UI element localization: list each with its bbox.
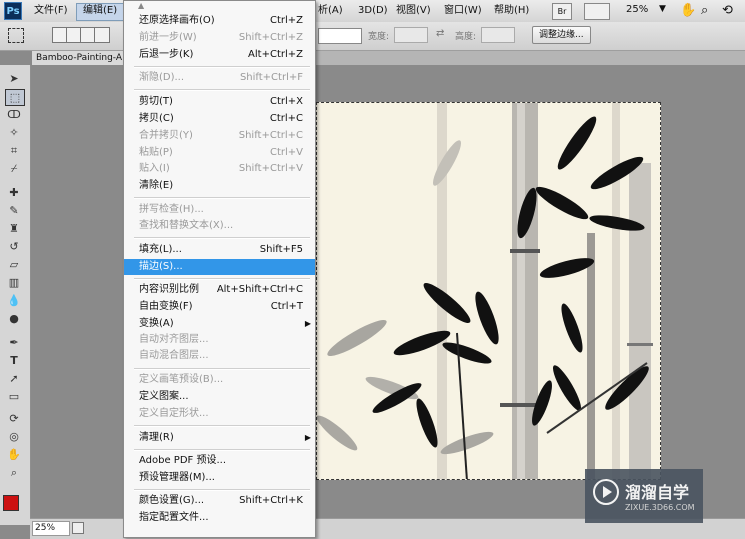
menu-item-define-pattern[interactable]: 定义图案... (124, 389, 315, 405)
menu-item-content-aware-scale[interactable]: 内容识别比例 Alt+Shift+Ctrl+C (124, 282, 315, 298)
document-tab[interactable]: Bamboo-Painting-A (32, 51, 127, 65)
dodge-tool-icon[interactable]: ● (5, 311, 23, 326)
lasso-tool-icon[interactable]: ↀ (5, 107, 23, 122)
height-label: 高度: (455, 32, 477, 42)
menu-item-auto-blend: 自动混合图层... (139, 350, 209, 361)
3d-orbit-icon[interactable]: ◎ (5, 429, 23, 444)
menu-item-paste: 粘贴(P) Ctrl+V (139, 147, 303, 158)
eyedropper-tool-icon[interactable]: ⌿ (5, 161, 23, 176)
swap-icon[interactable]: ⇄ (436, 28, 444, 39)
marquee-preset-icon[interactable] (8, 28, 24, 43)
menu-item-pdf-presets[interactable]: Adobe PDF 预设... (124, 453, 315, 469)
menu-help[interactable]: 帮助(H) (488, 3, 535, 19)
menu-item-auto-align: 自动对齐图层... (139, 334, 209, 345)
eraser-tool-icon[interactable]: ▱ (5, 257, 23, 272)
menu-3d[interactable]: 3D(D) (352, 3, 394, 19)
menu-item-assign-profile[interactable]: 指定配置文件... (124, 510, 315, 526)
menu-separator (134, 66, 310, 68)
hand-tool-icon-2[interactable]: ✋ (5, 447, 23, 462)
height-field[interactable] (481, 27, 515, 43)
brush-tool-icon[interactable]: ✎ (5, 203, 23, 218)
menu-analysis[interactable]: 析(A) (312, 3, 349, 19)
menu-item-step-backward[interactable]: 后退一步(K) Alt+Ctrl+Z (124, 47, 315, 63)
menu-item-transform[interactable]: 变换(A) ▶ (124, 316, 315, 332)
3d-rotate-icon[interactable]: ⟳ (5, 411, 23, 426)
gradient-tool-icon[interactable]: ▥ (5, 275, 23, 290)
path-selection-icon[interactable]: ➚ (5, 371, 23, 386)
menu-item-define-brush: 定义画笔预设(B)... (139, 374, 224, 385)
status-zoom-field[interactable]: 25% (32, 521, 70, 536)
menu-item-cut[interactable]: 剪切(T) Ctrl+X (124, 94, 315, 110)
watermark-url: ZIXUE.3D66.COM (625, 503, 695, 512)
menu-edit[interactable]: 编辑(E) (76, 3, 125, 21)
menu-window[interactable]: 窗口(W) (438, 3, 488, 19)
magic-wand-icon[interactable]: ✧ (5, 125, 23, 140)
status-info-icon[interactable] (72, 522, 84, 534)
chevron-down-icon[interactable]: ▼ (659, 4, 666, 14)
width-label: 宽度: (368, 32, 390, 42)
type-tool-icon[interactable]: T (5, 353, 23, 368)
refine-edge-button[interactable]: 调整边缘... (532, 26, 591, 44)
move-tool-icon[interactable]: ➤ (5, 71, 23, 86)
hand-tool-icon[interactable]: ✋ (680, 3, 696, 18)
menu-item-purge[interactable]: 清理(R) ▶ (124, 430, 315, 446)
scroll-up-icon[interactable]: ▲ (138, 1, 144, 10)
rotate-view-icon[interactable]: ⟲ (722, 3, 733, 18)
menu-separator (134, 237, 310, 239)
bamboo-painting (317, 103, 660, 479)
blur-tool-icon[interactable]: 💧 (5, 293, 23, 308)
menu-separator (134, 449, 310, 451)
menu-separator (134, 489, 310, 491)
crop-tool-icon[interactable]: ⌗ (5, 143, 23, 158)
menu-separator (134, 197, 310, 199)
photoshop-logo: Ps (4, 2, 22, 20)
menu-separator (134, 278, 310, 280)
submenu-arrow-icon: ▶ (304, 319, 311, 328)
menu-item-step-forward: 前进一步(W) Shift+Ctrl+Z (139, 32, 303, 43)
menu-item-preset-manager[interactable]: 预设管理器(M)... (124, 470, 315, 486)
menu-item-undo[interactable]: 还原选择画布(O) Ctrl+Z (124, 13, 315, 29)
zoom-level[interactable]: 25% (626, 4, 648, 15)
menu-item-stroke[interactable]: 描边(S)... (124, 259, 315, 275)
view-extras-icon[interactable] (584, 3, 610, 20)
foreground-color-swatch[interactable] (3, 495, 19, 511)
zoom-tool-icon[interactable]: ⌕ (701, 3, 708, 18)
shape-tool-icon[interactable]: ▭ (5, 389, 23, 404)
marquee-tool-icon[interactable]: ⬚ (5, 89, 25, 106)
menu-file[interactable]: 文件(F) (28, 3, 74, 19)
bridge-icon[interactable]: Br (552, 3, 572, 20)
menu-item-clear[interactable]: 清除(E) (124, 178, 315, 194)
menu-item-fade: 渐隐(D)... Shift+Ctrl+F (139, 72, 303, 83)
menu-item-free-transform[interactable]: 自由变换(F) Ctrl+T (124, 299, 315, 315)
watermark-title: 溜溜自学 (625, 483, 690, 502)
menu-item-find-replace: 查找和替换文本(X)... (139, 220, 234, 231)
menu-item-paste-into: 贴入(I) Shift+Ctrl+V (139, 163, 303, 174)
options-bar: 宽度: ⇄ 高度: 调整边缘... (0, 22, 745, 51)
style-select[interactable] (318, 28, 362, 44)
menu-view[interactable]: 视图(V) (390, 3, 437, 19)
menu-item-color-settings[interactable]: 颜色设置(G)... Shift+Ctrl+K (124, 493, 315, 509)
history-brush-icon[interactable]: ↺ (5, 239, 23, 254)
watermark: 溜溜自学 ZIXUE.3D66.COM (585, 469, 703, 523)
play-icon (593, 479, 619, 505)
tools-panel: ➤ ⬚ ↀ ✧ ⌗ ⌿ ✚ ✎ ♜ ↺ ▱ ▥ 💧 ● ✒ T ➚ ▭ ⟳ ◎ … (0, 65, 31, 525)
zoom-tool-icon-2[interactable]: ⌕ (5, 465, 23, 480)
intersect-selection-icon[interactable] (94, 27, 110, 43)
width-field[interactable] (394, 27, 428, 43)
menu-separator (134, 368, 310, 370)
pen-tool-icon[interactable]: ✒ (5, 335, 23, 350)
clone-stamp-icon[interactable]: ♜ (5, 221, 23, 236)
menu-item-define-shape: 定义自定形状... (139, 408, 209, 419)
healing-brush-icon[interactable]: ✚ (5, 185, 23, 200)
submenu-arrow-icon: ▶ (304, 433, 311, 442)
menu-item-copy-merged: 合并拷贝(Y) Shift+Ctrl+C (139, 130, 303, 141)
document-canvas[interactable] (316, 102, 661, 480)
menu-bar: Ps 文件(F) 编辑(E) 析(A) 3D(D) 视图(V) 窗口(W) 帮助… (0, 0, 745, 23)
menu-item-spell-check: 拼写检查(H)... (139, 204, 204, 215)
menu-item-copy[interactable]: 拷贝(C) Ctrl+C (124, 111, 315, 127)
edit-menu: ▲ 还原选择画布(O) Ctrl+Z 前进一步(W) Shift+Ctrl+Z 后退… (123, 0, 316, 538)
menu-separator (134, 425, 310, 427)
menu-separator (134, 89, 310, 91)
menu-item-fill[interactable]: 填充(L)... Shift+F5 (124, 242, 315, 258)
